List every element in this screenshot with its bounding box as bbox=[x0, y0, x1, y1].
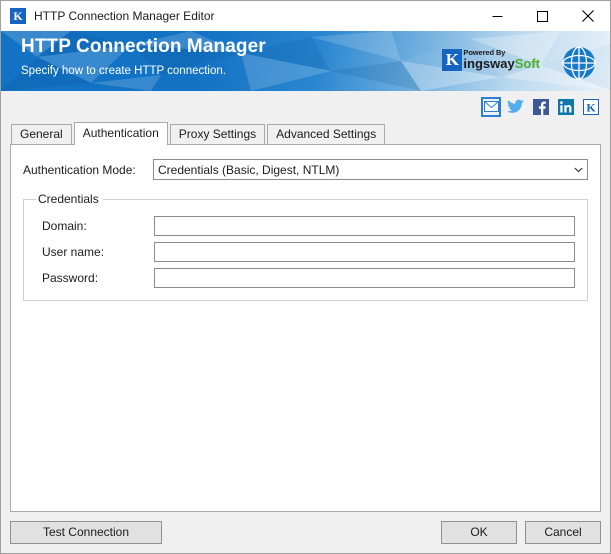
logo-name: ingswaySoft bbox=[463, 57, 540, 71]
kingswaysoft-logo: K Powered By ingswaySoft bbox=[442, 49, 540, 71]
linkedin-icon bbox=[558, 98, 574, 115]
banner-subtitle: Specify how to create HTTP connection. bbox=[21, 65, 226, 77]
cancel-button[interactable]: Cancel bbox=[525, 521, 601, 544]
twitter-icon-button[interactable] bbox=[506, 97, 526, 117]
authentication-mode-label: Authentication Mode: bbox=[23, 162, 136, 177]
chevron-down-icon bbox=[570, 160, 587, 179]
minimize-button[interactable] bbox=[475, 1, 520, 31]
social-links-bar: K bbox=[1, 91, 610, 122]
banner-text-block: HTTP Connection Manager Specify how to c… bbox=[21, 35, 266, 79]
window-controls bbox=[475, 1, 610, 31]
authentication-mode-dropdown[interactable]: Credentials (Basic, Digest, NTLM) bbox=[153, 159, 588, 180]
password-input[interactable] bbox=[154, 268, 575, 288]
globe-icon bbox=[562, 46, 596, 80]
logo-k-mark: K bbox=[442, 49, 463, 71]
domain-input[interactable] bbox=[154, 216, 575, 236]
svg-text:K: K bbox=[586, 100, 596, 114]
tab-container: General Authentication Proxy Settings Ad… bbox=[1, 122, 610, 512]
domain-label: Domain: bbox=[42, 219, 87, 233]
domain-row: Domain: bbox=[36, 216, 575, 236]
tab-advanced-settings[interactable]: Advanced Settings bbox=[267, 124, 386, 144]
credentials-group-label: Credentials bbox=[38, 192, 99, 206]
tab-proxy-settings[interactable]: Proxy Settings bbox=[169, 124, 266, 144]
logo-name-second: Soft bbox=[514, 56, 540, 71]
kingswaysoft-k-icon: K bbox=[583, 98, 599, 115]
http-connection-manager-editor-window: K HTTP Connection Manager Editor HTTP Co… bbox=[0, 0, 611, 554]
logo-wordmark: Powered By ingswaySoft bbox=[463, 49, 540, 71]
window-title: HTTP Connection Manager Editor bbox=[34, 9, 215, 23]
title-bar: K HTTP Connection Manager Editor bbox=[1, 1, 610, 31]
logo-name-first: ingsway bbox=[463, 56, 515, 71]
kingswaysoft-icon-button[interactable]: K bbox=[581, 97, 601, 117]
tab-strip: General Authentication Proxy Settings Ad… bbox=[11, 122, 601, 145]
header-banner: HTTP Connection Manager Specify how to c… bbox=[1, 31, 610, 91]
email-icon-button[interactable] bbox=[481, 96, 501, 117]
tab-general[interactable]: General bbox=[11, 124, 72, 144]
close-icon bbox=[581, 10, 594, 22]
dialog-footer: Test Connection OK Cancel bbox=[1, 512, 610, 553]
maximize-button[interactable] bbox=[520, 1, 565, 31]
twitter-icon bbox=[507, 99, 524, 113]
ok-button[interactable]: OK bbox=[441, 521, 517, 544]
password-row: Password: bbox=[36, 268, 575, 288]
tab-authentication[interactable]: Authentication bbox=[73, 122, 168, 145]
app-icon: K bbox=[10, 8, 26, 24]
authentication-mode-row: Authentication Mode: Credentials (Basic,… bbox=[23, 159, 588, 180]
credentials-group: Credentials Domain: User name: Password: bbox=[23, 192, 588, 301]
linkedin-icon-button[interactable] bbox=[556, 97, 576, 117]
facebook-icon-button[interactable] bbox=[531, 97, 551, 117]
authentication-tab-panel: Authentication Mode: Credentials (Basic,… bbox=[10, 144, 601, 512]
test-connection-button[interactable]: Test Connection bbox=[10, 521, 162, 544]
email-icon bbox=[483, 101, 499, 112]
close-button[interactable] bbox=[565, 1, 610, 31]
password-label: Password: bbox=[42, 271, 99, 285]
user-name-row: User name: bbox=[36, 242, 575, 262]
user-name-label: User name: bbox=[42, 245, 105, 259]
maximize-icon bbox=[537, 10, 548, 22]
authentication-mode-value: Credentials (Basic, Digest, NTLM) bbox=[158, 162, 340, 177]
user-name-input[interactable] bbox=[154, 242, 575, 262]
minimize-icon bbox=[492, 15, 503, 17]
banner-title: HTTP Connection Manager bbox=[21, 36, 266, 57]
facebook-icon bbox=[533, 98, 549, 115]
